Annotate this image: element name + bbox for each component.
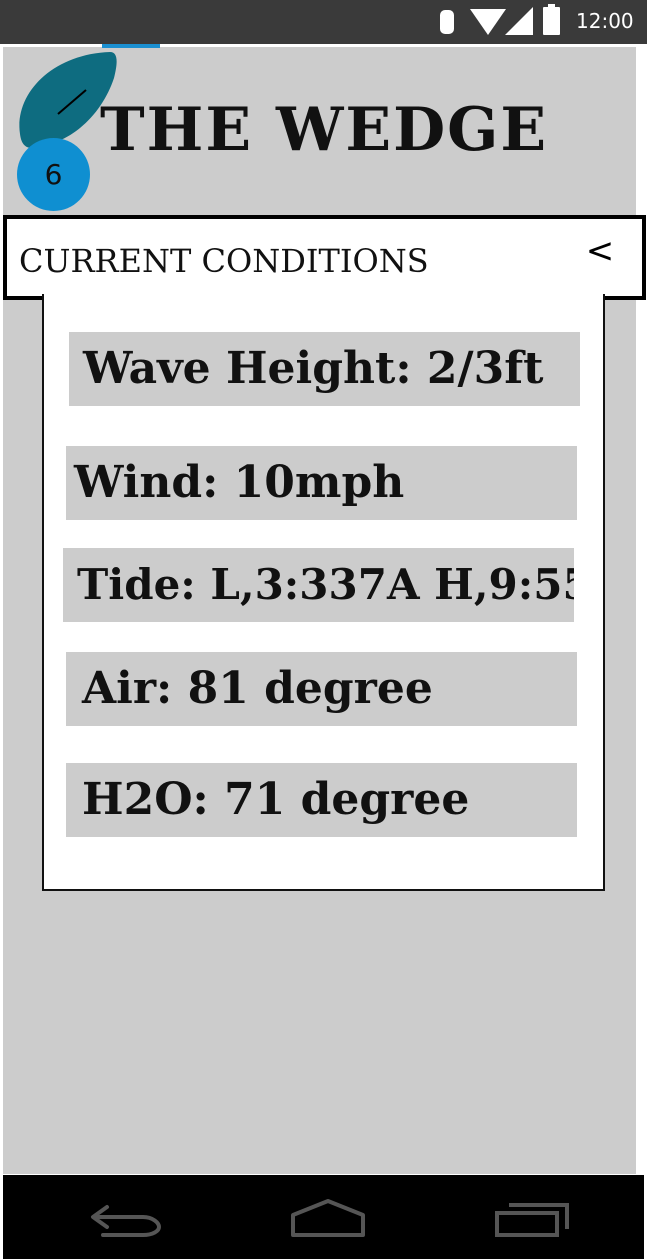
current-conditions-header[interactable]: CURRENT CONDITIONS < — [3, 215, 646, 300]
notification-badge[interactable]: 6 — [17, 138, 90, 211]
app-title: THE WEDGE — [100, 95, 549, 165]
status-clock: 12:00 — [576, 9, 634, 33]
section-title: CURRENT CONDITIONS — [19, 242, 429, 280]
wind-item: Wind: 10mph — [66, 446, 577, 520]
signal-icon — [505, 7, 533, 35]
back-icon[interactable] — [81, 1189, 171, 1245]
wave-height-item: Wave Height: 2/3ft — [69, 332, 580, 406]
tide-item: Tide: L,3:337A H,9:55A — [63, 548, 574, 622]
home-icon[interactable] — [283, 1189, 373, 1245]
battery-icon — [543, 4, 560, 35]
collapse-button[interactable]: < — [582, 229, 618, 273]
status-bar: 12:00 — [0, 0, 647, 44]
conditions-panel: Wave Height: 2/3ft Wind: 10mph Tide: L,3… — [42, 294, 605, 891]
water-temperature-item: H2O: 71 degree — [66, 763, 577, 837]
wifi-icon — [470, 9, 506, 35]
navigation-bar — [3, 1175, 644, 1259]
recent-apps-icon[interactable] — [485, 1189, 575, 1245]
sim-icon — [440, 10, 454, 34]
air-temperature-item: Air: 81 degree — [66, 652, 577, 726]
